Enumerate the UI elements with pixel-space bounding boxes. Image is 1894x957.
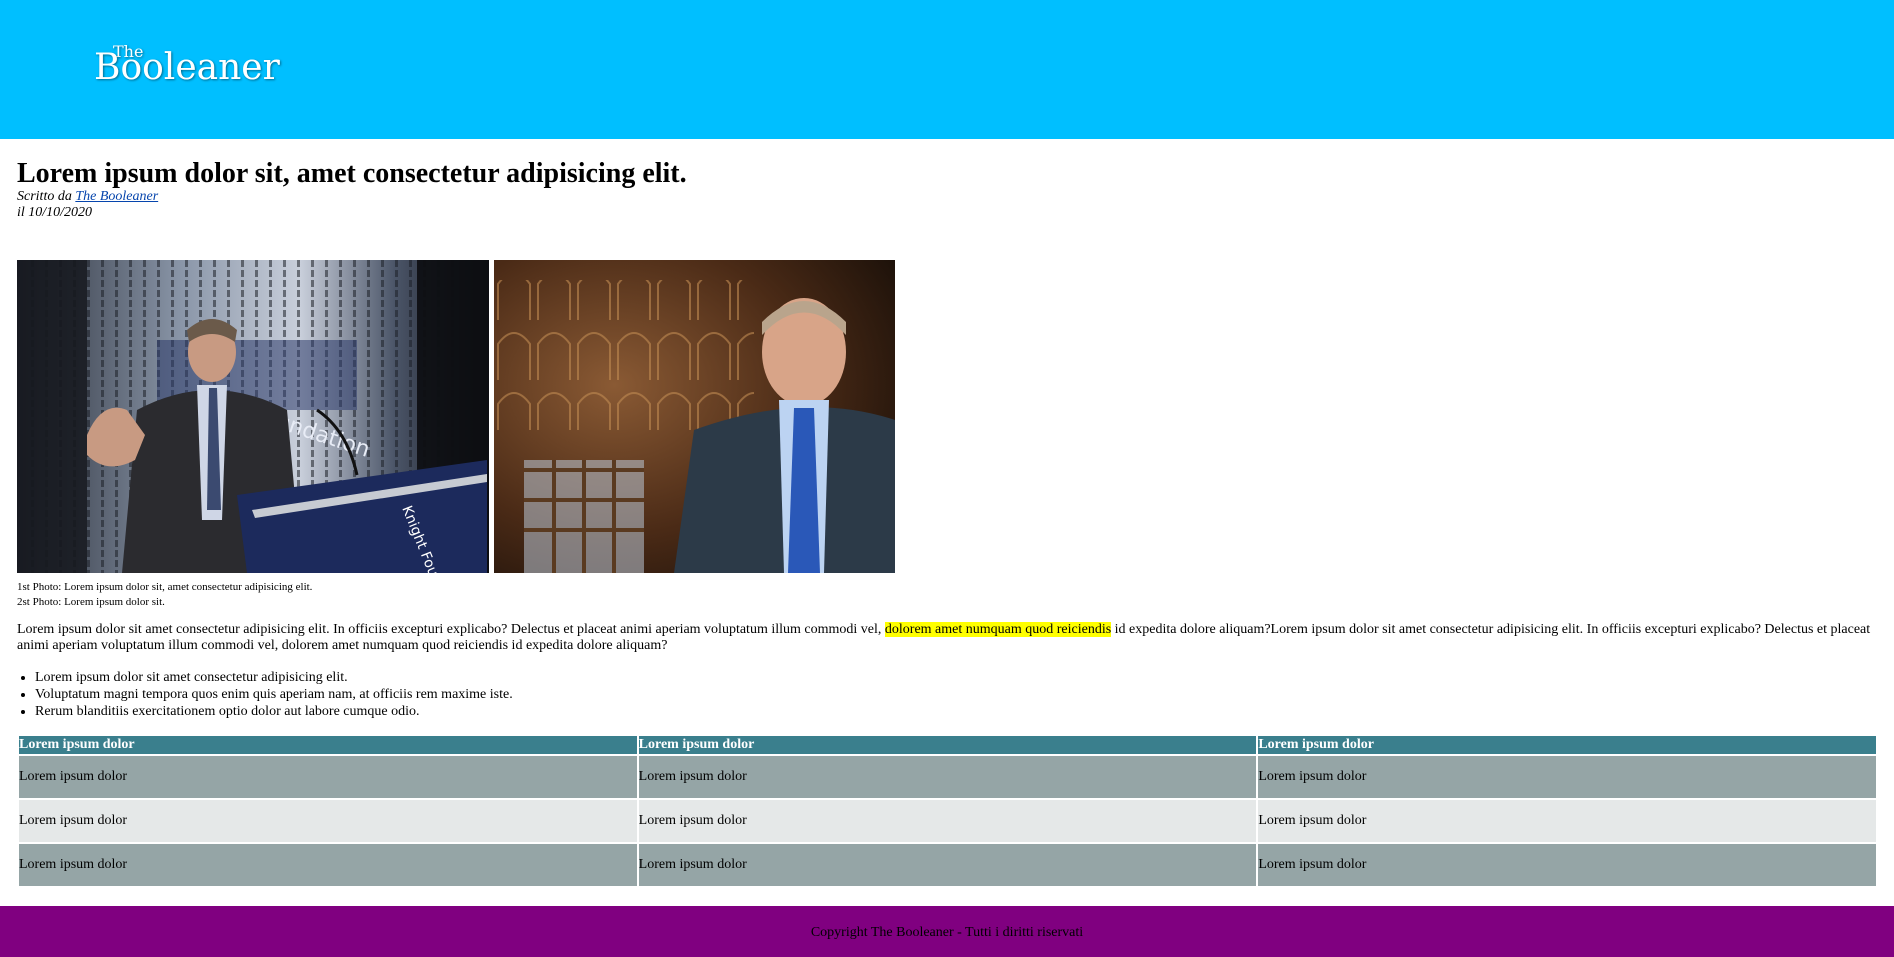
table-header-cell: Lorem ipsum dolor — [638, 736, 1257, 754]
table-header-row: Lorem ipsum dolor Lorem ipsum dolor Lore… — [19, 736, 1876, 754]
table-cell: Lorem ipsum dolor — [1258, 844, 1876, 886]
photo-caption-1: 1st Photo: Lorem ipsum dolor sit, amet c… — [17, 581, 313, 593]
table-cell: Lorem ipsum dolor — [638, 800, 1257, 842]
article-date: il 10/10/2020 — [17, 205, 93, 220]
article-byline: Scritto da The Booleaner — [17, 189, 158, 205]
table-header-cell: Lorem ipsum dolor — [1258, 736, 1876, 754]
photo-caption-2: 2st Photo: Lorem ipsum dolor sit. — [17, 596, 165, 608]
bullet-list: Lorem ipsum dolor sit amet consectetur a… — [17, 669, 513, 720]
article-paragraph: Lorem ipsum dolor sit amet consectetur a… — [17, 622, 1877, 654]
table-cell: Lorem ipsum dolor — [19, 800, 637, 842]
table-cell: Lorem ipsum dolor — [1258, 800, 1876, 842]
table-row: Lorem ipsum dolor Lorem ipsum dolor Lore… — [19, 844, 1876, 886]
footer-copyright: Copyright The Booleaner - Tutti i diritt… — [810, 925, 1084, 940]
table-cell: Lorem ipsum dolor — [638, 756, 1257, 798]
table-cell: Lorem ipsum dolor — [1258, 756, 1876, 798]
table-header-cell: Lorem ipsum dolor — [19, 736, 637, 754]
byline-prefix: Scritto da — [17, 189, 76, 204]
list-item: Lorem ipsum dolor sit amet consectetur a… — [35, 669, 513, 686]
article-photo-2 — [494, 260, 895, 573]
author-link[interactable]: The Booleaner — [75, 189, 158, 204]
table-cell: Lorem ipsum dolor — [19, 756, 637, 798]
highlighted-text: dolorem amet numquam quod reiciendis — [884, 622, 1112, 637]
article-title: Lorem ipsum dolor sit, amet consectetur … — [17, 158, 687, 189]
article-photo-1: ht Foundation Knight Foundation — [17, 260, 489, 573]
list-item: Voluptatum magni tempora quos enim quis … — [35, 686, 513, 703]
site-footer: Copyright The Booleaner - Tutti i diritt… — [0, 906, 1894, 957]
data-table: Lorem ipsum dolor Lorem ipsum dolor Lore… — [17, 734, 1878, 888]
paragraph-text-before: Lorem ipsum dolor sit amet consectetur a… — [17, 622, 885, 637]
table-cell: Lorem ipsum dolor — [638, 844, 1257, 886]
table-row: Lorem ipsum dolor Lorem ipsum dolor Lore… — [19, 756, 1876, 798]
site-header: The Booleaner — [0, 0, 1894, 139]
table-row: Lorem ipsum dolor Lorem ipsum dolor Lore… — [19, 800, 1876, 842]
logo-main-text: Booleaner — [94, 47, 280, 88]
list-item: Rerum blanditiis exercitationem optio do… — [35, 703, 513, 720]
table-cell: Lorem ipsum dolor — [19, 844, 637, 886]
